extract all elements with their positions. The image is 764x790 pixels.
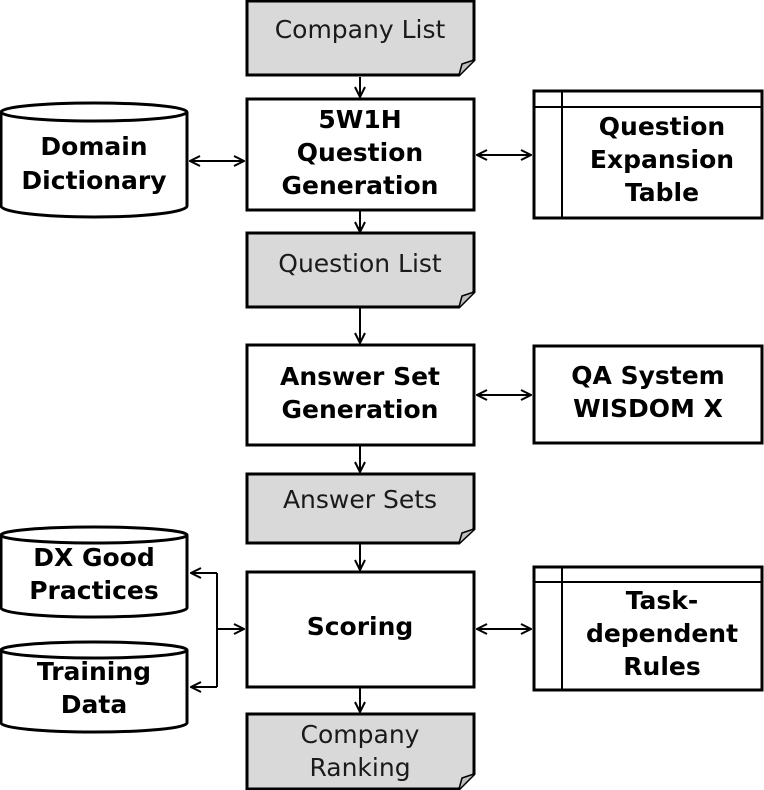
process-label: Answer Set — [280, 362, 440, 391]
database-label: DX Good — [33, 543, 155, 572]
document-label: Company — [301, 720, 420, 749]
table-label: Rules — [623, 652, 700, 681]
process-label: Generation — [282, 171, 439, 200]
table-question-expansion: Question Expansion Table — [532, 89, 764, 220]
process-question-generation: 5W1H Question Generation — [245, 97, 476, 212]
system-label: WISDOM X — [573, 394, 723, 423]
database-label: Practices — [29, 576, 159, 605]
system-qa-wisdom-x: QA System WISDOM X — [532, 344, 764, 445]
document-label: Answer Sets — [283, 485, 437, 514]
process-answer-set-generation: Answer Set Generation — [245, 343, 476, 447]
connector-scoring-knowledge — [191, 573, 244, 687]
document-label: Company List — [275, 15, 446, 44]
database-label: Dictionary — [21, 166, 166, 195]
table-label: Task- — [626, 586, 699, 615]
document-question-list: Question List — [245, 231, 476, 309]
process-label: Generation — [282, 395, 439, 424]
process-label: Question — [297, 138, 423, 167]
document-answer-sets: Answer Sets — [245, 472, 476, 545]
document-company-list: Company List — [245, 0, 476, 77]
process-scoring: Scoring — [245, 570, 476, 689]
process-label: 5W1H — [318, 105, 401, 134]
document-label: Ranking — [309, 753, 410, 782]
process-label: Scoring — [307, 612, 414, 641]
table-label: Expansion — [590, 145, 734, 174]
table-task-dependent-rules: Task- dependent Rules — [532, 565, 764, 692]
table-label: Table — [625, 178, 699, 207]
document-label: Question List — [278, 249, 442, 278]
database-training-data: Training Data — [0, 640, 189, 734]
database-domain-dictionary: Domain Dictionary — [0, 101, 189, 219]
system-label: QA System — [571, 361, 724, 390]
table-label: Question — [599, 112, 725, 141]
database-dx-good-practices: DX Good Practices — [0, 525, 189, 619]
flow-diagram: Company List Question List Answer Sets C… — [0, 0, 764, 790]
database-label: Domain — [40, 132, 147, 161]
table-label: dependent — [586, 619, 738, 648]
document-company-ranking: Company Ranking — [245, 712, 476, 790]
database-label: Data — [61, 690, 127, 719]
database-label: Training — [37, 657, 151, 686]
